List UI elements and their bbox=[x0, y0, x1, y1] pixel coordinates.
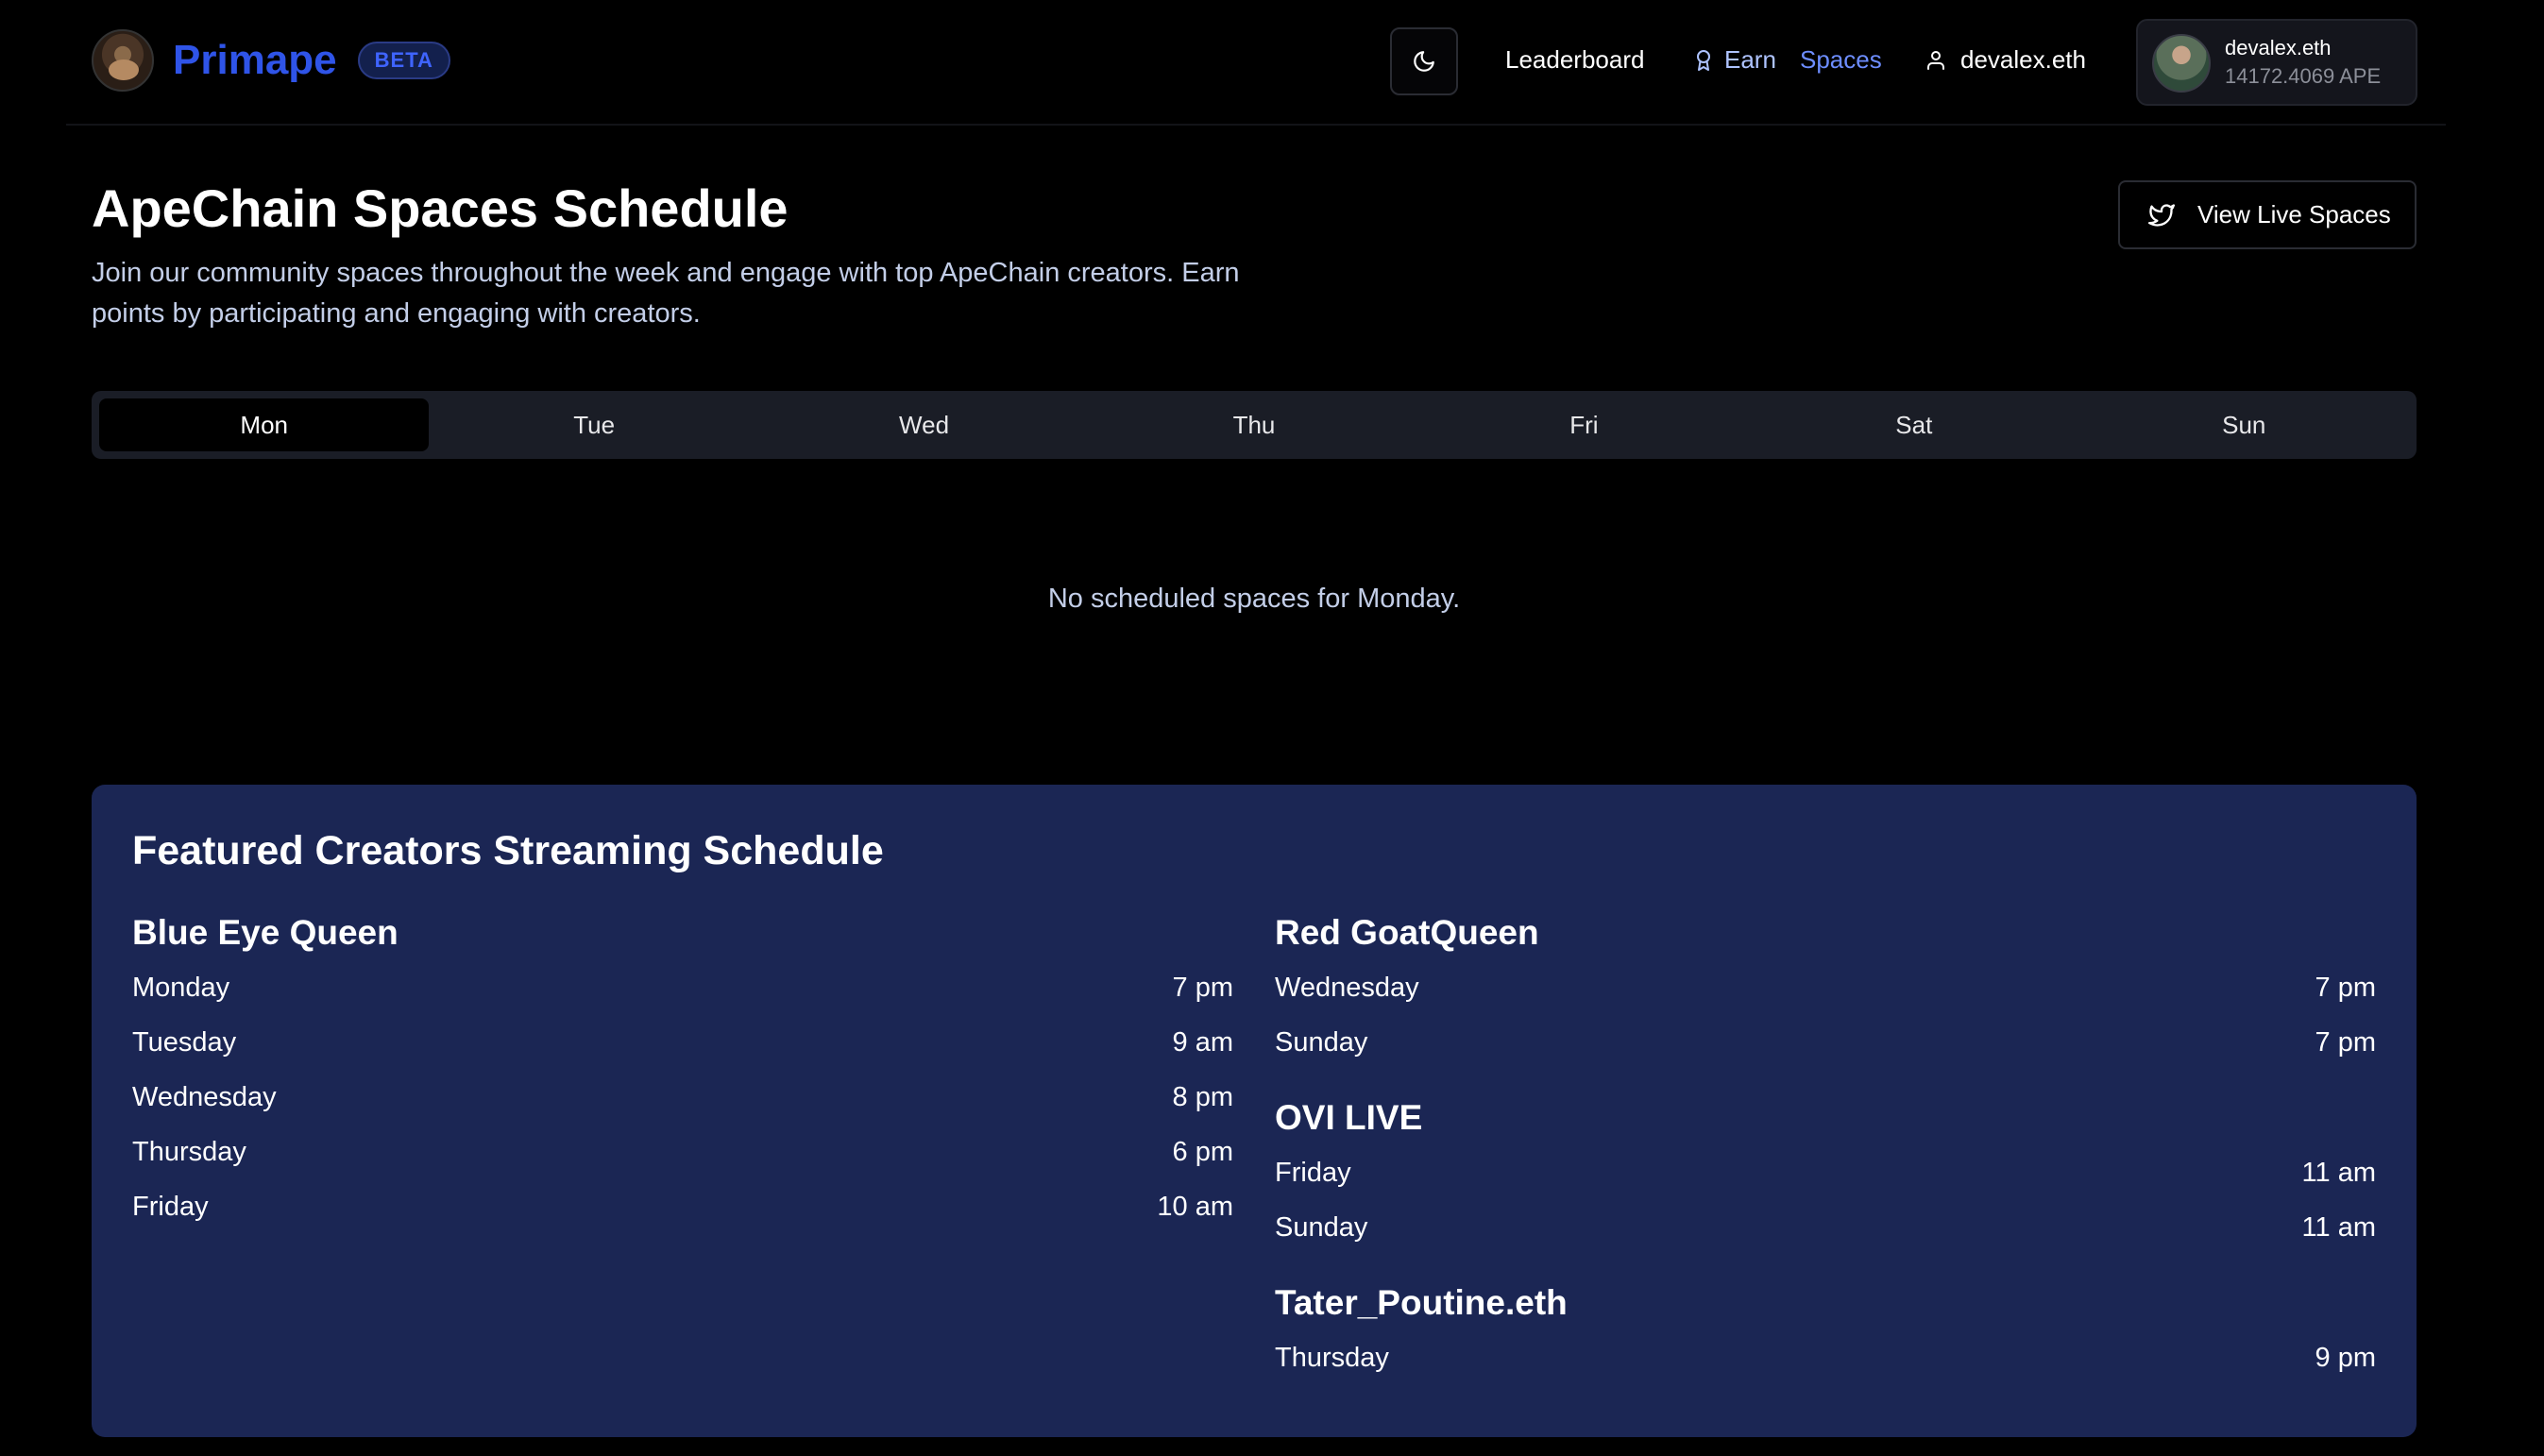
tab-thu[interactable]: Thu bbox=[1089, 398, 1418, 451]
schedule-row: Thursday 6 pm bbox=[132, 1130, 1233, 1185]
schedule-row: Friday 10 am bbox=[132, 1185, 1233, 1240]
tab-wed[interactable]: Wed bbox=[759, 398, 1089, 451]
brand-name: Primape bbox=[173, 37, 337, 83]
schedule-day: Monday bbox=[132, 973, 230, 1003]
schedule-row: Monday 7 pm bbox=[132, 966, 1233, 1021]
schedule-day: Thursday bbox=[1275, 1343, 1389, 1373]
nav-spaces-link[interactable]: Spaces bbox=[1800, 45, 1882, 75]
schedule-time: 9 am bbox=[1172, 1027, 1233, 1058]
schedule-time: 11 am bbox=[2301, 1158, 2376, 1188]
schedule-time: 9 pm bbox=[2315, 1343, 2376, 1373]
creator-schedule: OVI LIVE Friday 11 am Sunday 11 am bbox=[1275, 1092, 2376, 1261]
wallet-account-button[interactable]: devalex.eth 14172.4069 APE bbox=[2136, 19, 2417, 106]
creator-schedule: Red GoatQueen Wednesday 7 pm Sunday 7 pm bbox=[1275, 907, 2376, 1075]
schedule-row: Friday 11 am bbox=[1275, 1151, 2376, 1206]
creator-name: Tater_Poutine.eth bbox=[1275, 1283, 1568, 1322]
creator-name: Red GoatQueen bbox=[1275, 913, 1539, 952]
moon-icon bbox=[1414, 51, 1434, 72]
tab-sat[interactable]: Sat bbox=[1749, 398, 2078, 451]
creator-schedule: Blue Eye Queen Monday 7 pm Tuesday 9 am … bbox=[132, 907, 1233, 1240]
schedule-row: Sunday 7 pm bbox=[1275, 1021, 2376, 1075]
beta-badge: BETA bbox=[357, 42, 450, 79]
award-icon bbox=[1697, 49, 1710, 71]
featured-creators-panel: Featured Creators Streaming Schedule Blu… bbox=[92, 785, 2417, 1437]
nav-earn-link[interactable]: Earn bbox=[1692, 45, 1776, 75]
creator-schedule: Tater_Poutine.eth Thursday 9 pm bbox=[1275, 1278, 2376, 1391]
schedule-row: Thursday 9 pm bbox=[1275, 1336, 2376, 1391]
top-nav-bar: Primape BETA Leaderboard Earn Spaces dev… bbox=[66, 0, 2446, 126]
page-title: ApeChain Spaces Schedule bbox=[92, 178, 789, 238]
tab-tue[interactable]: Tue bbox=[429, 398, 758, 451]
day-tabs: Mon Tue Wed Thu Fri Sat Sun bbox=[92, 391, 2417, 459]
theme-toggle-button[interactable] bbox=[1390, 27, 1458, 95]
page-description: Join our community spaces throughout the… bbox=[92, 258, 1240, 329]
schedule-day: Friday bbox=[132, 1192, 209, 1222]
schedule-day: Thursday bbox=[132, 1137, 246, 1167]
schedule-row: Wednesday 8 pm bbox=[132, 1075, 1233, 1130]
empty-schedule-message: No scheduled spaces for Monday. bbox=[1047, 584, 1461, 614]
avatar bbox=[2152, 34, 2211, 93]
creators-column-left: Blue Eye Queen Monday 7 pm Tuesday 9 am … bbox=[132, 907, 1233, 1257]
ape-logo-icon bbox=[92, 29, 154, 92]
schedule-day: Tuesday bbox=[132, 1027, 237, 1058]
creators-column-right: Red GoatQueen Wednesday 7 pm Sunday 7 pm… bbox=[1275, 907, 2376, 1408]
schedule-day: Wednesday bbox=[132, 1082, 277, 1112]
creator-name: Blue Eye Queen bbox=[132, 913, 399, 952]
user-icon bbox=[1927, 50, 1944, 70]
schedule-day: Friday bbox=[1275, 1158, 1351, 1188]
schedule-row: Wednesday 7 pm bbox=[1275, 966, 2376, 1021]
view-live-spaces-button[interactable]: View Live Spaces bbox=[2118, 180, 2417, 249]
nav-earn-label: Earn bbox=[1724, 45, 1776, 74]
nav-leaderboard-link[interactable]: Leaderboard bbox=[1505, 45, 1644, 75]
schedule-time: 7 pm bbox=[2315, 973, 2376, 1003]
schedule-time: 7 pm bbox=[1172, 973, 1233, 1003]
twitter-icon bbox=[2148, 203, 2175, 227]
schedule-time: 11 am bbox=[2301, 1212, 2376, 1243]
wallet-username: devalex.eth bbox=[2225, 36, 2332, 59]
tab-fri[interactable]: Fri bbox=[1419, 398, 1749, 451]
tab-mon[interactable]: Mon bbox=[99, 398, 430, 451]
view-live-spaces-label: View Live Spaces bbox=[2197, 200, 2391, 229]
schedule-time: 6 pm bbox=[1172, 1137, 1233, 1167]
creator-name: OVI LIVE bbox=[1275, 1098, 1423, 1137]
nav-profile-label: devalex.eth bbox=[1960, 45, 2086, 74]
schedule-day: Sunday bbox=[1275, 1027, 1368, 1058]
featured-title: Featured Creators Streaming Schedule bbox=[132, 828, 884, 873]
schedule-row: Sunday 11 am bbox=[1275, 1206, 2376, 1261]
tab-sun[interactable]: Sun bbox=[2079, 398, 2409, 451]
schedule-time: 7 pm bbox=[2315, 1027, 2376, 1058]
nav-profile-link[interactable]: devalex.eth bbox=[1925, 45, 2086, 75]
schedule-time: 10 am bbox=[1157, 1192, 1233, 1222]
schedule-day: Sunday bbox=[1275, 1212, 1368, 1243]
brand-logo-link[interactable]: Primape BETA bbox=[92, 29, 450, 92]
wallet-balance: 14172.4069 APE bbox=[2225, 64, 2382, 88]
schedule-time: 8 pm bbox=[1172, 1082, 1233, 1112]
schedule-day: Wednesday bbox=[1275, 973, 1419, 1003]
schedule-row: Tuesday 9 am bbox=[132, 1021, 1233, 1075]
